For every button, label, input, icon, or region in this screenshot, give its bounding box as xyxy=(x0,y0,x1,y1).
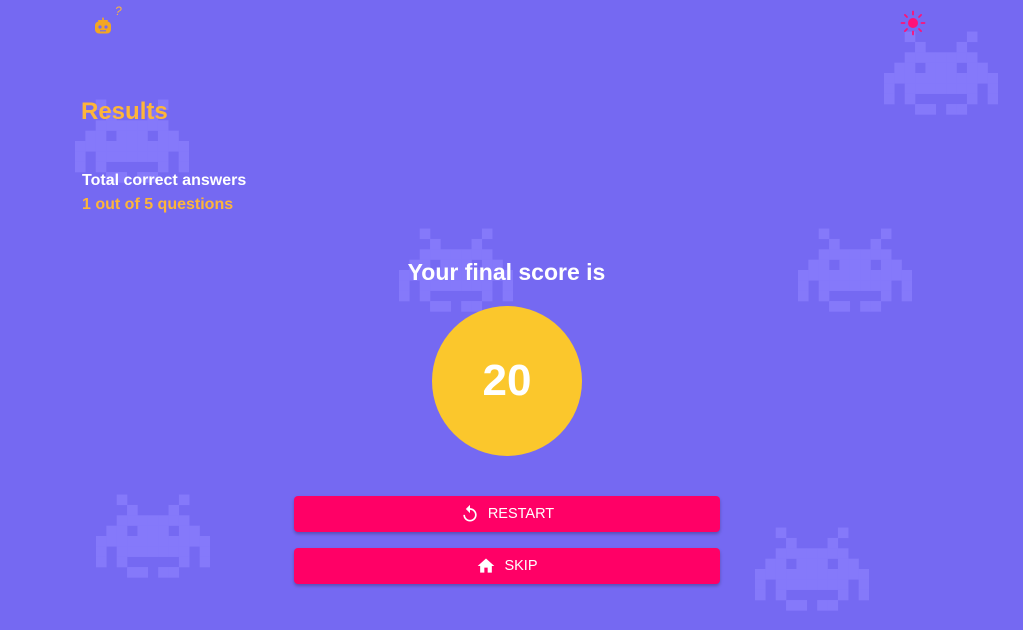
restart-button[interactable]: RESTART xyxy=(294,496,720,532)
space-invader-icon xyxy=(884,31,998,115)
svg-text:?: ? xyxy=(115,4,122,18)
total-correct-label: Total correct answers xyxy=(82,172,247,189)
space-invader-icon xyxy=(755,527,869,611)
home-icon xyxy=(478,558,495,573)
skip-label: SKIP xyxy=(504,558,538,574)
total-correct-value: 1 out of 5 questions xyxy=(82,196,234,213)
skip-button[interactable]: SKIP xyxy=(294,548,720,584)
invader-shape xyxy=(884,31,998,115)
restart-label: RESTART xyxy=(487,506,555,522)
final-score-value: 20 xyxy=(482,356,532,405)
sun-icon[interactable] xyxy=(900,10,926,36)
space-invader-icon xyxy=(96,494,210,578)
restart-icon xyxy=(463,504,477,522)
invader-shape xyxy=(755,527,869,611)
results-title: Results xyxy=(81,98,168,125)
robot-question-icon[interactable]: ? xyxy=(92,2,126,36)
invader-shape xyxy=(96,494,210,578)
final-score-heading: Your final score is xyxy=(407,259,606,285)
score-badge: 20 xyxy=(432,306,582,456)
